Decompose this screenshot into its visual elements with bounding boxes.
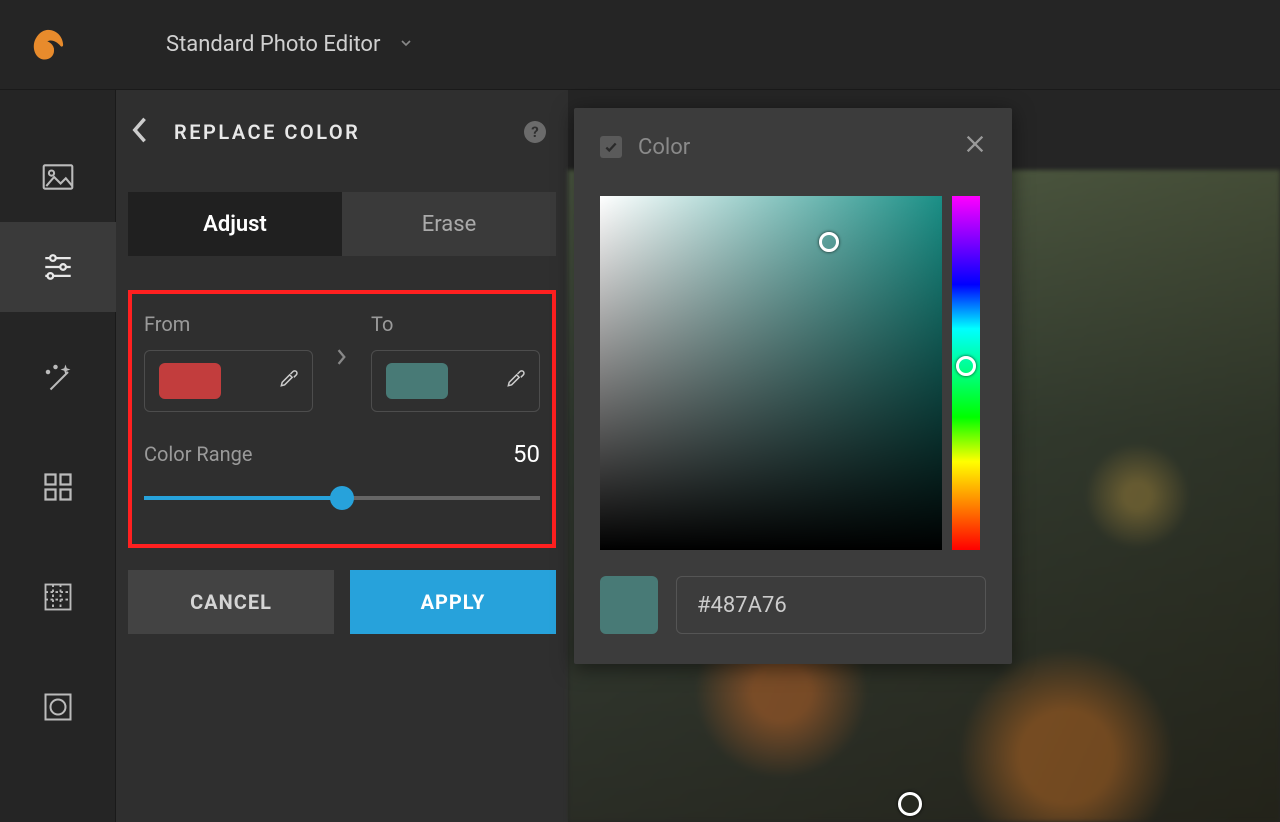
popover-title: Color [638, 135, 690, 160]
back-arrow-icon[interactable] [130, 116, 162, 148]
eyedropper-icon[interactable] [278, 369, 298, 393]
help-icon[interactable]: ? [524, 121, 546, 143]
settings-panel: REPLACE COLOR ? Adjust Erase From [116, 90, 568, 822]
to-label: To [371, 312, 540, 336]
tab-erase[interactable]: Erase [342, 192, 556, 256]
to-color-box[interactable] [371, 350, 540, 412]
hue-cursor-icon[interactable] [956, 356, 976, 376]
tool-rail [0, 90, 116, 822]
from-color-swatch [159, 363, 221, 399]
chevron-down-icon [398, 32, 414, 57]
eyedropper-icon[interactable] [505, 369, 525, 393]
top-bar: Standard Photo Editor [0, 0, 1280, 90]
tool-pixel-icon[interactable] [0, 552, 116, 642]
hex-input[interactable]: #487A76 [676, 576, 986, 634]
tool-grid-icon[interactable] [0, 442, 116, 532]
to-color-swatch [386, 363, 448, 399]
panel-tabs: Adjust Erase [128, 192, 556, 256]
tool-image-icon[interactable] [0, 132, 116, 222]
apply-button[interactable]: APPLY [350, 570, 556, 634]
range-label: Color Range [144, 442, 253, 466]
editor-mode-dropdown[interactable]: Standard Photo Editor [166, 32, 414, 57]
tool-circle-icon[interactable] [0, 662, 116, 752]
range-value: 50 [513, 440, 540, 468]
slider-thumb[interactable] [330, 486, 354, 510]
tool-adjustments-icon[interactable] [0, 222, 116, 312]
app-logo [30, 27, 66, 63]
hue-slider[interactable] [952, 196, 980, 550]
tool-magic-wand-icon[interactable] [0, 332, 116, 422]
tab-adjust[interactable]: Adjust [128, 192, 342, 256]
checkbox-icon[interactable] [600, 136, 622, 158]
slider-fill [144, 496, 342, 500]
editor-mode-label: Standard Photo Editor [166, 32, 380, 57]
highlighted-controls: From To [128, 290, 556, 548]
sample-point-icon[interactable] [898, 792, 922, 816]
canvas[interactable]: Color #487A76 [568, 90, 1280, 822]
range-slider[interactable] [144, 478, 540, 518]
close-icon[interactable] [964, 132, 986, 162]
arrow-right-icon [331, 349, 353, 392]
color-picker-popover: Color #487A76 [574, 108, 1012, 664]
from-color-box[interactable] [144, 350, 313, 412]
panel-title: REPLACE COLOR [174, 120, 360, 144]
cancel-button[interactable]: CANCEL [128, 570, 334, 634]
from-label: From [144, 312, 313, 336]
saturation-brightness-area[interactable] [600, 196, 942, 550]
selected-color-swatch [600, 576, 658, 634]
sb-cursor-icon[interactable] [819, 232, 839, 252]
